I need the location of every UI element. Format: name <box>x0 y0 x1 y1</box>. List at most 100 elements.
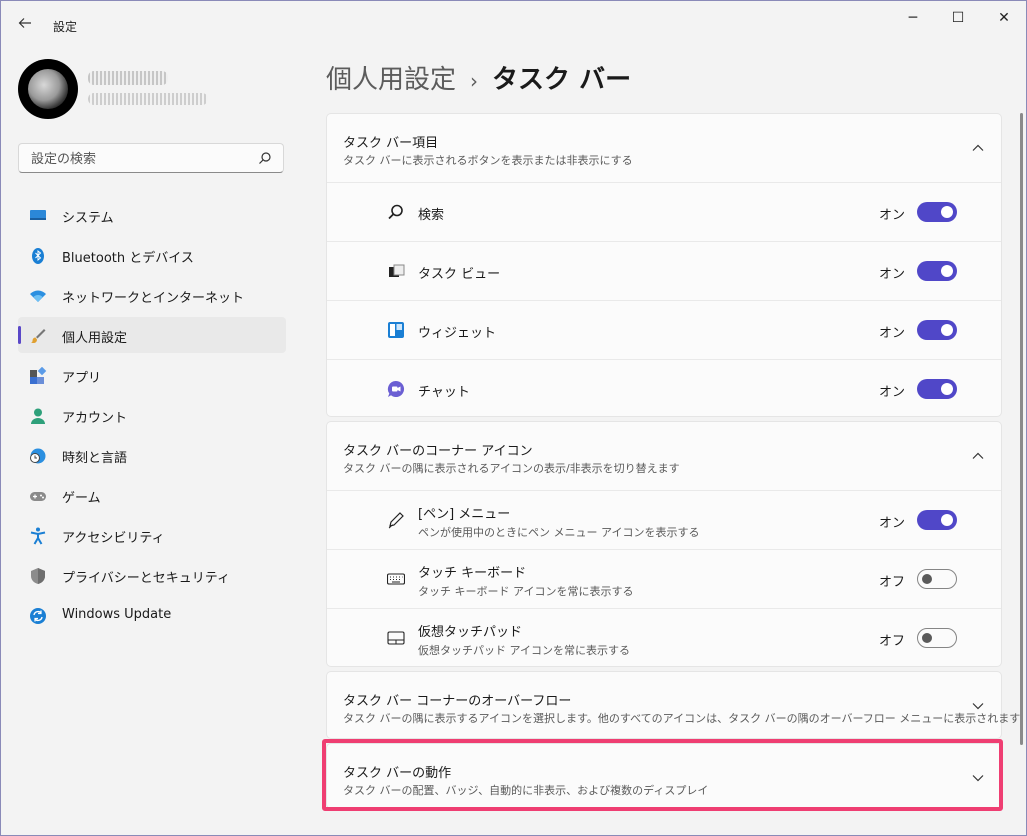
chat-toggle[interactable] <box>917 379 957 399</box>
globe-clock-icon <box>29 447 47 465</box>
shield-icon <box>29 567 47 585</box>
pen-menu-toggle[interactable] <box>917 510 957 530</box>
toggle-state: オフ <box>878 634 905 649</box>
sidebar-item-gaming[interactable]: ゲーム <box>18 477 286 513</box>
sidebar-item-label: アクセシビリティ <box>62 531 165 546</box>
user-name-blurred <box>88 71 168 85</box>
setting-row-pen-menu: [ペン] メニュー ペンが使用中のときにペン メニュー アイコンを表示する オン <box>327 490 1001 549</box>
chevron-up-icon[interactable] <box>971 140 985 154</box>
setting-description: 仮想タッチパッド アイコンを常に表示する <box>418 644 630 657</box>
keyboard-icon <box>386 570 406 588</box>
sidebar-item-apps[interactable]: アプリ <box>18 357 286 393</box>
title-bar: 設定 ─ ☐ ✕ <box>1 1 1026 49</box>
virtual-touchpad-toggle[interactable] <box>917 628 957 648</box>
setting-description: タッチ キーボード アイコンを常に表示する <box>418 585 634 598</box>
toggle-state: オン <box>878 267 905 282</box>
setting-label: タスク ビュー <box>418 267 501 282</box>
sidebar-nav: システム Bluetooth とデバイス ネットワークとインターネット 個人用設… <box>18 197 286 637</box>
sidebar-item-label: 時刻と言語 <box>62 451 128 466</box>
setting-row-virtual-touchpad: 仮想タッチパッド 仮想タッチパッド アイコンを常に表示する オフ <box>327 608 1001 667</box>
touch-keyboard-toggle[interactable] <box>917 569 957 589</box>
setting-row-touch-keyboard: タッチ キーボード タッチ キーボード アイコンを常に表示する オフ <box>327 549 1001 608</box>
setting-row-search: 検索 オン <box>327 182 1001 241</box>
section-title: タスク バーの動作 <box>343 766 452 781</box>
breadcrumb: 個人用設定 › タスク バー <box>326 59 631 96</box>
setting-description: ペンが使用中のときにペン メニュー アイコンを表示する <box>418 526 700 539</box>
sidebar-item-label: システム <box>62 211 114 226</box>
section-subtitle: タスク バーの配置、バッジ、自動的に非表示、および複数のディスプレイ <box>343 784 709 797</box>
close-button[interactable]: ✕ <box>984 7 1024 29</box>
chevron-down-icon[interactable] <box>971 770 985 784</box>
vertical-scrollbar[interactable] <box>1020 113 1023 745</box>
display-icon <box>29 207 47 225</box>
task-view-toggle[interactable] <box>917 261 957 281</box>
section-header[interactable]: タスク バーのコーナー アイコン タスク バーの隅に表示されるアイコンの表示/非… <box>327 422 1001 490</box>
apps-icon <box>29 366 47 385</box>
sidebar-item-label: 個人用設定 <box>62 331 128 346</box>
pen-icon <box>387 511 405 529</box>
sidebar-item-label: Bluetooth とデバイス <box>62 251 194 266</box>
taskbar-behaviors-section[interactable]: タスク バーの動作 タスク バーの配置、バッジ、自動的に非表示、および複数のディ… <box>326 743 1002 809</box>
setting-label: 仮想タッチパッド <box>418 625 523 640</box>
section-subtitle: タスク バーの隅に表示されるアイコンの表示/非表示を切り替えます <box>343 462 680 475</box>
setting-label: 検索 <box>418 208 445 223</box>
sidebar-item-bluetooth[interactable]: Bluetooth とデバイス <box>18 237 286 273</box>
wifi-icon <box>29 287 47 305</box>
sidebar-item-accessibility[interactable]: アクセシビリティ <box>18 517 286 553</box>
sidebar-item-label: ゲーム <box>62 491 101 506</box>
taskbar-items-section: タスク バー項目 タスク バーに表示されるボタンを表示または非表示にする 検索 … <box>326 113 1002 417</box>
section-title: タスク バー コーナーのオーバーフロー <box>343 694 572 709</box>
settings-search <box>18 143 284 173</box>
section-title: タスク バーのコーナー アイコン <box>343 444 533 459</box>
widgets-icon <box>387 321 405 339</box>
maximize-button[interactable]: ☐ <box>938 7 978 29</box>
arrow-left-icon[interactable] <box>17 15 35 33</box>
setting-row-task-view: タスク ビュー オン <box>327 241 1001 300</box>
sidebar-item-label: Windows Update <box>62 607 172 622</box>
sidebar-item-system[interactable]: システム <box>18 197 286 233</box>
sidebar-item-network[interactable]: ネットワークとインターネット <box>18 277 286 313</box>
settings-window: 設定 ─ ☐ ✕ システム Bluetooth とデバイス ネットワークとインタ… <box>0 0 1027 836</box>
sidebar-item-privacy[interactable]: プライバシーとセキュリティ <box>18 557 286 593</box>
search-input[interactable] <box>29 149 253 169</box>
account-icon <box>29 407 47 425</box>
toggle-state: オフ <box>878 575 905 590</box>
sidebar-item-personalization[interactable]: 個人用設定 <box>18 317 286 353</box>
search-icon[interactable] <box>257 150 273 166</box>
section-header[interactable]: タスク バー項目 タスク バーに表示されるボタンを表示または非表示にする <box>327 114 1001 182</box>
chat-icon <box>387 380 405 398</box>
toggle-state: オン <box>878 326 905 341</box>
gamepad-icon <box>29 487 47 505</box>
touchpad-icon <box>387 629 405 647</box>
setting-label: タッチ キーボード <box>418 566 527 581</box>
setting-row-widgets: ウィジェット オン <box>327 300 1001 359</box>
minimize-button[interactable]: ─ <box>893 7 933 29</box>
search-toggle[interactable] <box>917 202 957 222</box>
avatar[interactable] <box>18 59 78 119</box>
breadcrumb-parent[interactable]: 個人用設定 <box>326 65 456 95</box>
setting-label: チャット <box>418 385 470 400</box>
brush-icon <box>29 327 47 345</box>
widgets-toggle[interactable] <box>917 320 957 340</box>
taskbar-corner-overflow-section[interactable]: タスク バー コーナーのオーバーフロー タスク バーの隅に表示するアイコンを選択… <box>326 671 1020 739</box>
toggle-state: オン <box>878 385 905 400</box>
sidebar-item-accounts[interactable]: アカウント <box>18 397 286 433</box>
task-view-icon <box>387 262 405 280</box>
chevron-down-icon[interactable] <box>971 698 985 712</box>
chevron-up-icon[interactable] <box>971 448 985 462</box>
sidebar-item-label: プライバシーとセキュリティ <box>62 571 230 586</box>
toggle-state: オン <box>878 208 905 223</box>
page-title: タスク バー <box>492 65 632 95</box>
sidebar-item-label: ネットワークとインターネット <box>62 291 245 306</box>
section-subtitle: タスク バーの隅に表示するアイコンを選択します。他のすべてのアイコンは、タスク … <box>343 712 1021 725</box>
sidebar-item-label: アプリ <box>62 371 102 386</box>
section-subtitle: タスク バーに表示されるボタンを表示または非表示にする <box>343 154 633 167</box>
taskbar-corner-icons-section: タスク バーのコーナー アイコン タスク バーの隅に表示されるアイコンの表示/非… <box>326 421 1002 667</box>
sidebar-item-time-language[interactable]: 時刻と言語 <box>18 437 286 473</box>
search-icon <box>387 203 405 221</box>
sidebar-item-label: アカウント <box>62 411 128 426</box>
sidebar-item-windows-update[interactable]: Windows Update <box>18 597 286 633</box>
breadcrumb-separator: › <box>470 69 479 93</box>
toggle-state: オン <box>878 516 905 531</box>
app-title: 設定 <box>53 20 78 34</box>
